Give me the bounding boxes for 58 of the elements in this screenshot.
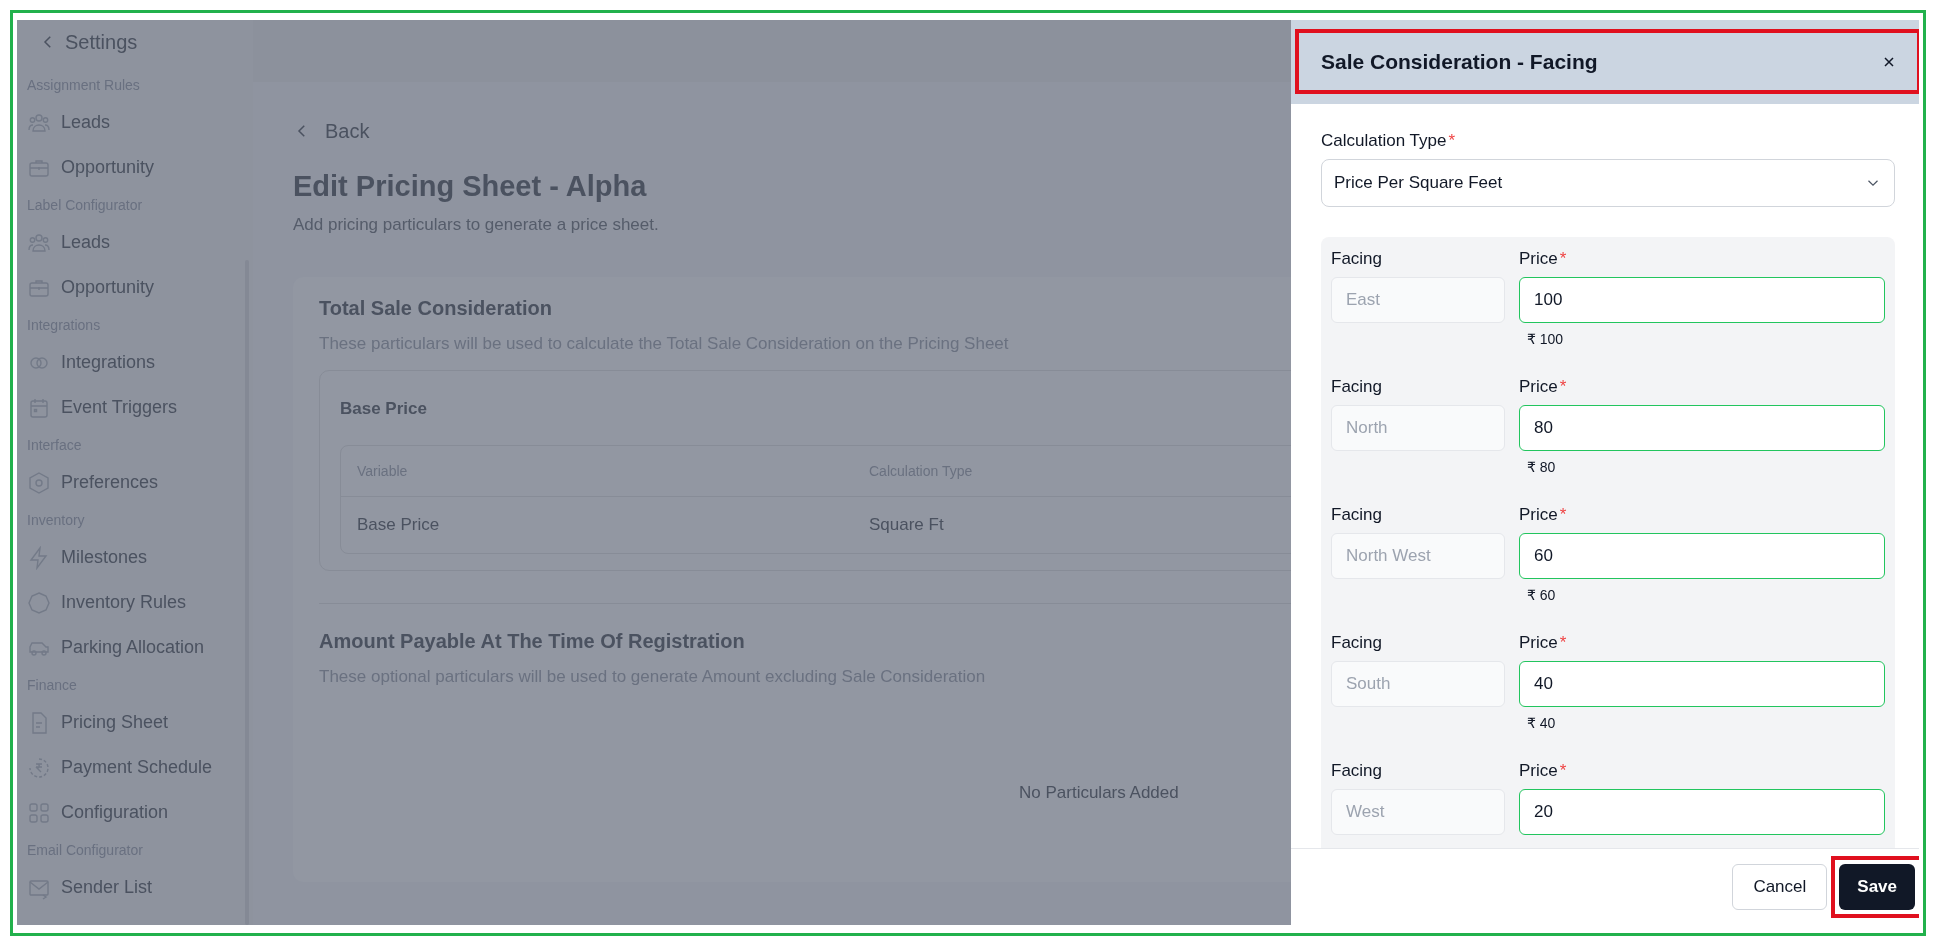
table-cell-text: Square Ft bbox=[868, 515, 945, 535]
sidebar-item[interactable]: Milestones bbox=[27, 535, 253, 580]
hexagon-icon bbox=[27, 470, 51, 495]
price-field[interactable]: 40 bbox=[1519, 661, 1885, 707]
sidebar-item[interactable]: Parking Allocation bbox=[27, 625, 253, 670]
sidebar-item[interactable]: Payment Schedule bbox=[27, 745, 253, 790]
price-field[interactable]: 100 bbox=[1519, 277, 1885, 323]
price-hint: ₹ 40 bbox=[1527, 715, 1557, 731]
table-cell-text: Base Price bbox=[356, 515, 441, 535]
page-subtitle: Add pricing particulars to generate a price sheet. bbox=[293, 215, 660, 235]
required-mark: * bbox=[1559, 249, 1567, 268]
field-label: Facing bbox=[1331, 248, 1384, 270]
field-label: Facing bbox=[1331, 376, 1384, 398]
drawer-title: Sale Consideration - Facing bbox=[1321, 49, 1598, 74]
field-label: Price bbox=[1519, 633, 1558, 652]
price-hint: ₹ 100 bbox=[1527, 331, 1565, 347]
price-field[interactable]: 60 bbox=[1519, 533, 1885, 579]
field-label: Calculation Type bbox=[1321, 131, 1447, 150]
sidebar-item[interactable]: Sender List bbox=[27, 865, 253, 910]
sidebar-item[interactable]: Leads bbox=[27, 220, 253, 265]
price-hint: ₹ 60 bbox=[1527, 587, 1557, 603]
field-label: Price bbox=[1519, 505, 1558, 524]
price-hint: ₹ 80 bbox=[1527, 459, 1557, 475]
section-title: Amount Payable At The Time Of Registration bbox=[319, 630, 746, 653]
required-mark: * bbox=[1448, 131, 1455, 150]
sidebar-item[interactable]: Preferences bbox=[27, 460, 253, 505]
grid-icon bbox=[27, 800, 51, 825]
particular-name: Base Price bbox=[340, 399, 428, 419]
field-label: Facing bbox=[1331, 632, 1384, 654]
sidebar-item[interactable]: Configuration bbox=[27, 790, 253, 835]
octagon-icon bbox=[27, 590, 51, 615]
rupee-circle-icon bbox=[27, 755, 51, 780]
price-field[interactable]: 80 bbox=[1519, 405, 1885, 451]
required-mark: * bbox=[1559, 633, 1567, 652]
sidebar-item[interactable]: Pricing Sheet bbox=[27, 700, 253, 745]
sidebar-item[interactable]: Opportunity bbox=[27, 145, 253, 190]
empty-message: No Particulars Added bbox=[1019, 783, 1180, 803]
dropdown-field[interactable]: Price Per Square Feet bbox=[1321, 159, 1895, 207]
save-button[interactable]: Save bbox=[1839, 864, 1915, 910]
price-field[interactable]: 20 bbox=[1519, 789, 1885, 835]
sidebar-item[interactable]: Leads bbox=[27, 100, 253, 145]
field-label: Facing bbox=[1331, 504, 1384, 526]
required-mark: * bbox=[1559, 377, 1567, 396]
required-mark: * bbox=[1559, 505, 1567, 524]
sidebar-item[interactable]: Inventory Rules bbox=[27, 580, 253, 625]
back-link[interactable]: Settings bbox=[27, 28, 253, 56]
back-link[interactable]: Back bbox=[293, 116, 1291, 146]
cancel-button[interactable]: Cancel bbox=[1732, 864, 1828, 910]
page-title: Edit Pricing Sheet - Alpha bbox=[293, 170, 648, 203]
required-mark: * bbox=[1559, 761, 1567, 780]
section-title: Total Sale Consideration bbox=[319, 297, 553, 320]
field-label: Price bbox=[1519, 249, 1558, 268]
field-label: Price bbox=[1519, 377, 1558, 396]
field-label: Price bbox=[1519, 761, 1558, 780]
sidebar-item[interactable]: Integrations bbox=[27, 340, 253, 385]
sidebar-item[interactable]: Event Triggers bbox=[27, 385, 253, 430]
field-label: Facing bbox=[1331, 760, 1384, 782]
sidebar-item[interactable]: Opportunity bbox=[27, 265, 253, 310]
